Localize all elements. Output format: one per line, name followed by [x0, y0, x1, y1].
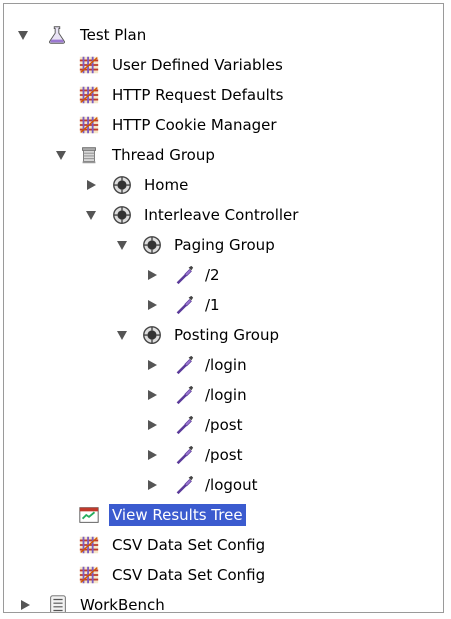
- expand-toggle[interactable]: [84, 208, 98, 222]
- config-element-icon: [77, 563, 101, 587]
- tree-node-label: HTTP Cookie Manager: [112, 116, 277, 134]
- controller-icon: [140, 323, 164, 347]
- collapse-toggle[interactable]: [145, 358, 159, 372]
- thread-group-icon: [77, 143, 101, 167]
- tree-node-label: Paging Group: [174, 236, 275, 254]
- tree-node-workbench[interactable]: WorkBench: [4, 592, 443, 613]
- tree-node-label: /post: [205, 416, 243, 434]
- test-plan-tree-panel: Test Plan User Defined Variables HTTP Re…: [3, 3, 444, 613]
- tree-node-label: Thread Group: [112, 146, 215, 164]
- http-sampler-icon: [172, 413, 196, 437]
- http-sampler-icon: [172, 473, 196, 497]
- tree-node-label: /2: [205, 266, 220, 284]
- tree-node-csv-data-set-config[interactable]: CSV Data Set Config: [4, 562, 443, 588]
- tree-node-http-cookie-manager[interactable]: HTTP Cookie Manager: [4, 112, 443, 138]
- collapse-toggle[interactable]: [145, 478, 159, 492]
- config-element-icon: [77, 113, 101, 137]
- tree-node-label: HTTP Request Defaults: [112, 86, 284, 104]
- tree-node-label: User Defined Variables: [112, 56, 283, 74]
- tree-node-home[interactable]: Home: [4, 172, 443, 198]
- tree-node-label: /login: [205, 386, 247, 404]
- controller-icon: [110, 203, 134, 227]
- tree-node-label: /login: [205, 356, 247, 374]
- collapse-toggle[interactable]: [145, 388, 159, 402]
- tree-node-label: CSV Data Set Config: [112, 536, 266, 554]
- tree-node-sampler-2[interactable]: /2: [4, 262, 443, 288]
- tree-node-sampler-login[interactable]: /login: [4, 352, 443, 378]
- tree-node-sampler-post[interactable]: /post: [4, 412, 443, 438]
- workbench-icon: [46, 593, 70, 613]
- tree-node-sampler-1[interactable]: /1: [4, 292, 443, 318]
- expand-toggle[interactable]: [115, 238, 129, 252]
- tree-node-posting-group[interactable]: Posting Group: [4, 322, 443, 348]
- http-sampler-icon: [172, 293, 196, 317]
- collapse-toggle[interactable]: [145, 298, 159, 312]
- tree-node-label: Test Plan: [80, 26, 147, 44]
- expand-toggle[interactable]: [54, 148, 68, 162]
- controller-icon: [110, 173, 134, 197]
- listener-icon: [77, 503, 101, 527]
- tree-node-thread-group[interactable]: Thread Group: [4, 142, 443, 168]
- tree-node-label: /1: [205, 296, 220, 314]
- config-element-icon: [77, 533, 101, 557]
- tree-node-sampler-login[interactable]: /login: [4, 382, 443, 408]
- collapse-toggle[interactable]: [18, 598, 32, 612]
- tree-node-label: CSV Data Set Config: [112, 566, 266, 584]
- collapse-toggle[interactable]: [145, 448, 159, 462]
- tree-node-interleave-controller[interactable]: Interleave Controller: [4, 202, 443, 228]
- tree-node-view-results-tree[interactable]: View Results Tree: [4, 502, 443, 528]
- controller-icon: [140, 233, 164, 257]
- tree-node-http-request-defaults[interactable]: HTTP Request Defaults: [4, 82, 443, 108]
- tree-node-label: Interleave Controller: [144, 206, 299, 224]
- tree-node-sampler-logout[interactable]: /logout: [4, 472, 443, 498]
- http-sampler-icon: [172, 263, 196, 287]
- tree-node-label: /post: [205, 446, 243, 464]
- tree-node-label: WorkBench: [80, 596, 165, 613]
- tree-node-label: /logout: [205, 476, 258, 494]
- config-element-icon: [77, 53, 101, 77]
- tree-node-test-plan[interactable]: Test Plan: [4, 22, 443, 48]
- config-element-icon: [77, 83, 101, 107]
- flask-icon: [45, 23, 69, 47]
- http-sampler-icon: [172, 443, 196, 467]
- tree-node-user-defined-variables[interactable]: User Defined Variables: [4, 52, 443, 78]
- tree-node-sampler-post[interactable]: /post: [4, 442, 443, 468]
- tree-node-paging-group[interactable]: Paging Group: [4, 232, 443, 258]
- collapse-toggle[interactable]: [145, 268, 159, 282]
- tree-node-label: Posting Group: [174, 326, 280, 344]
- tree-node-csv-data-set-config[interactable]: CSV Data Set Config: [4, 532, 443, 558]
- test-plan-tree: Test Plan User Defined Variables HTTP Re…: [4, 4, 443, 612]
- http-sampler-icon: [172, 353, 196, 377]
- collapse-toggle[interactable]: [84, 178, 98, 192]
- expand-toggle[interactable]: [16, 28, 30, 42]
- expand-toggle[interactable]: [115, 328, 129, 342]
- tree-node-label-selected: View Results Tree: [109, 504, 246, 526]
- http-sampler-icon: [172, 383, 196, 407]
- tree-node-label: Home: [144, 176, 189, 194]
- collapse-toggle[interactable]: [145, 418, 159, 432]
